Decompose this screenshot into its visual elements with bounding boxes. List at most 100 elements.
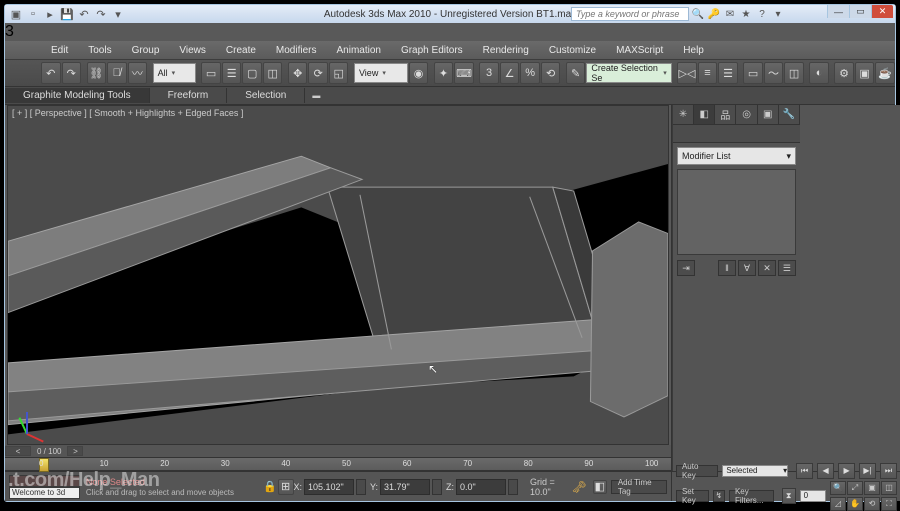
snap-toggle-button[interactable]: 3 — [479, 62, 499, 84]
menu-modifiers[interactable]: Modifiers — [266, 43, 327, 58]
curve-editor-button[interactable]: 〜 — [764, 62, 784, 84]
tab-create-icon[interactable]: ✳ — [673, 105, 694, 124]
selection-filter-dropdown[interactable]: All — [153, 63, 196, 83]
ribbon-tab-selection[interactable]: Selection — [227, 88, 305, 103]
prev-frame-button[interactable]: < — [5, 446, 31, 456]
goto-start-button[interactable]: ⏮ — [796, 463, 813, 479]
mirror-button[interactable]: ▷◁ — [677, 62, 697, 84]
menu-help[interactable]: Help — [673, 43, 714, 58]
maximize-button[interactable]: ▭ — [849, 5, 871, 18]
tab-utilities-icon[interactable]: 🔧 — [779, 105, 800, 124]
undo-button[interactable]: ↶ — [41, 62, 61, 84]
named-selection-dropdown[interactable]: Create Selection Se — [586, 63, 671, 83]
render-button[interactable]: ☕ — [875, 62, 895, 84]
help-icon[interactable]: ? — [755, 7, 769, 21]
current-frame-field[interactable]: 0 — [800, 490, 826, 502]
render-setup-button[interactable]: ⚙ — [834, 62, 854, 84]
bind-spacewarp-button[interactable]: 〰 — [128, 62, 148, 84]
lock-selection-icon[interactable]: 🔒 — [262, 480, 278, 493]
ribbon-minimize-icon[interactable]: ▬ — [305, 91, 327, 100]
menu-group[interactable]: Group — [122, 43, 170, 58]
play-button[interactable]: ▶ — [838, 463, 855, 479]
modifier-stack[interactable] — [677, 169, 796, 255]
menu-customize[interactable]: Customize — [539, 43, 606, 58]
coord-z-spinner[interactable] — [508, 479, 518, 495]
menu-edit[interactable]: Edit — [41, 43, 78, 58]
ribbon-tab-modeling[interactable]: Graphite Modeling Tools — [5, 88, 150, 103]
new-icon[interactable]: ▫ — [26, 7, 40, 21]
mini-listener[interactable]: Welcome to 3d — [9, 487, 80, 499]
search-input[interactable] — [571, 7, 689, 21]
viewport-label[interactable]: [ + ] [ Perspective ] [ Smooth + Highlig… — [12, 108, 243, 118]
tab-modify-icon[interactable]: ◧ — [694, 105, 715, 124]
configure-sets-button[interactable]: ☰ — [778, 260, 796, 276]
search-go-icon[interactable]: 🔍 — [691, 7, 705, 21]
window-crossing-button[interactable]: ◫ — [263, 62, 283, 84]
setkey-bigkey-button[interactable]: ↯ — [713, 490, 725, 502]
manipulate-button[interactable]: ✦ — [434, 62, 454, 84]
close-button[interactable]: ✕ — [871, 5, 893, 18]
graphite-ribbon-button[interactable]: ▭ — [743, 62, 763, 84]
undo-icon[interactable]: ↶ — [77, 7, 91, 21]
pan-button[interactable]: ✋ — [847, 497, 863, 511]
redo-icon[interactable]: ↷ — [94, 7, 108, 21]
macro-recorder[interactable] — [9, 475, 80, 487]
select-object-button[interactable]: ▭ — [201, 62, 221, 84]
menu-animation[interactable]: Animation — [326, 43, 390, 58]
move-button[interactable]: ✥ — [288, 62, 308, 84]
select-by-name-button[interactable]: ☰ — [222, 62, 242, 84]
layers-button[interactable]: ☰ — [718, 62, 738, 84]
ribbon-tab-freeform[interactable]: Freeform — [150, 88, 228, 103]
app-menu-icon[interactable]: ▣ — [9, 7, 23, 21]
rotate-button[interactable]: ⟳ — [308, 62, 328, 84]
scale-button[interactable]: ◱ — [329, 62, 349, 84]
zoom-extents-all-button[interactable]: ◫ — [881, 481, 897, 495]
app-logo-icon[interactable]: 3 — [5, 23, 895, 41]
schematic-view-button[interactable]: ◫ — [784, 62, 804, 84]
open-icon[interactable]: ▸ — [43, 7, 57, 21]
edit-named-sel-button[interactable]: ✎ — [566, 62, 586, 84]
setkey-button[interactable]: Set Key — [676, 490, 709, 502]
coord-x-input[interactable]: 105.102" — [304, 479, 354, 495]
orbit-button[interactable]: ⟲ — [864, 497, 880, 511]
perspective-viewport[interactable]: [ + ] [ Perspective ] [ Smooth + Highlig… — [7, 105, 669, 445]
infocenter-more-icon[interactable]: ▾ — [771, 7, 785, 21]
max-toggle-button[interactable]: ⛶ — [881, 497, 897, 511]
goto-end-button[interactable]: ⏭ — [880, 463, 897, 479]
next-frame-button[interactable]: > — [67, 446, 83, 456]
minimize-button[interactable]: — — [827, 5, 849, 18]
menu-maxscript[interactable]: MAXScript — [606, 43, 673, 58]
time-ruler[interactable]: 0102030405060708090100 — [5, 457, 671, 471]
material-editor-button[interactable]: ◐ — [809, 62, 829, 84]
percent-snap-button[interactable]: % — [520, 62, 540, 84]
qat-more-icon[interactable]: ▾ — [111, 7, 125, 21]
rendered-frame-button[interactable]: ▣ — [855, 62, 875, 84]
menu-tools[interactable]: Tools — [78, 43, 121, 58]
link-button[interactable]: ⛓ — [87, 62, 107, 84]
menu-grapheditors[interactable]: Graph Editors — [391, 43, 473, 58]
script-listener[interactable]: Welcome to 3d — [9, 475, 80, 499]
tab-display-icon[interactable]: ▣ — [758, 105, 779, 124]
show-end-result-button[interactable]: ‖ — [718, 260, 736, 276]
keymode-dropdown[interactable]: Selected▾ — [722, 465, 788, 477]
modifier-list-dropdown[interactable]: Modifier List▾ — [677, 147, 796, 165]
menu-create[interactable]: Create — [216, 43, 266, 58]
zoom-extents-button[interactable]: ▣ — [864, 481, 880, 495]
make-unique-button[interactable]: ∀ — [738, 260, 756, 276]
coord-z-input[interactable]: 0.0" — [456, 479, 506, 495]
fov-button[interactable]: ◿ — [830, 497, 846, 511]
coord-y-spinner[interactable] — [432, 479, 442, 495]
menu-rendering[interactable]: Rendering — [473, 43, 539, 58]
timeconfig-button[interactable]: ⧗ — [782, 488, 796, 504]
tab-motion-icon[interactable]: ◎ — [736, 105, 757, 124]
prev-frame-button2[interactable]: ◀ — [817, 463, 834, 479]
timetag-icon[interactable]: ◧ — [593, 480, 607, 494]
keyfilters-button[interactable]: Key Filters... — [729, 490, 774, 502]
select-region-button[interactable]: ▢ — [242, 62, 262, 84]
redo-button[interactable]: ↷ — [62, 62, 82, 84]
subscription-icon[interactable]: 🔑 — [707, 7, 721, 21]
menu-views[interactable]: Views — [169, 43, 216, 58]
zoom-all-button[interactable]: ⤢ — [847, 481, 863, 495]
zoom-button[interactable]: 🔍 — [830, 481, 846, 495]
add-time-tag-button[interactable]: Add Time Tag — [611, 480, 667, 494]
